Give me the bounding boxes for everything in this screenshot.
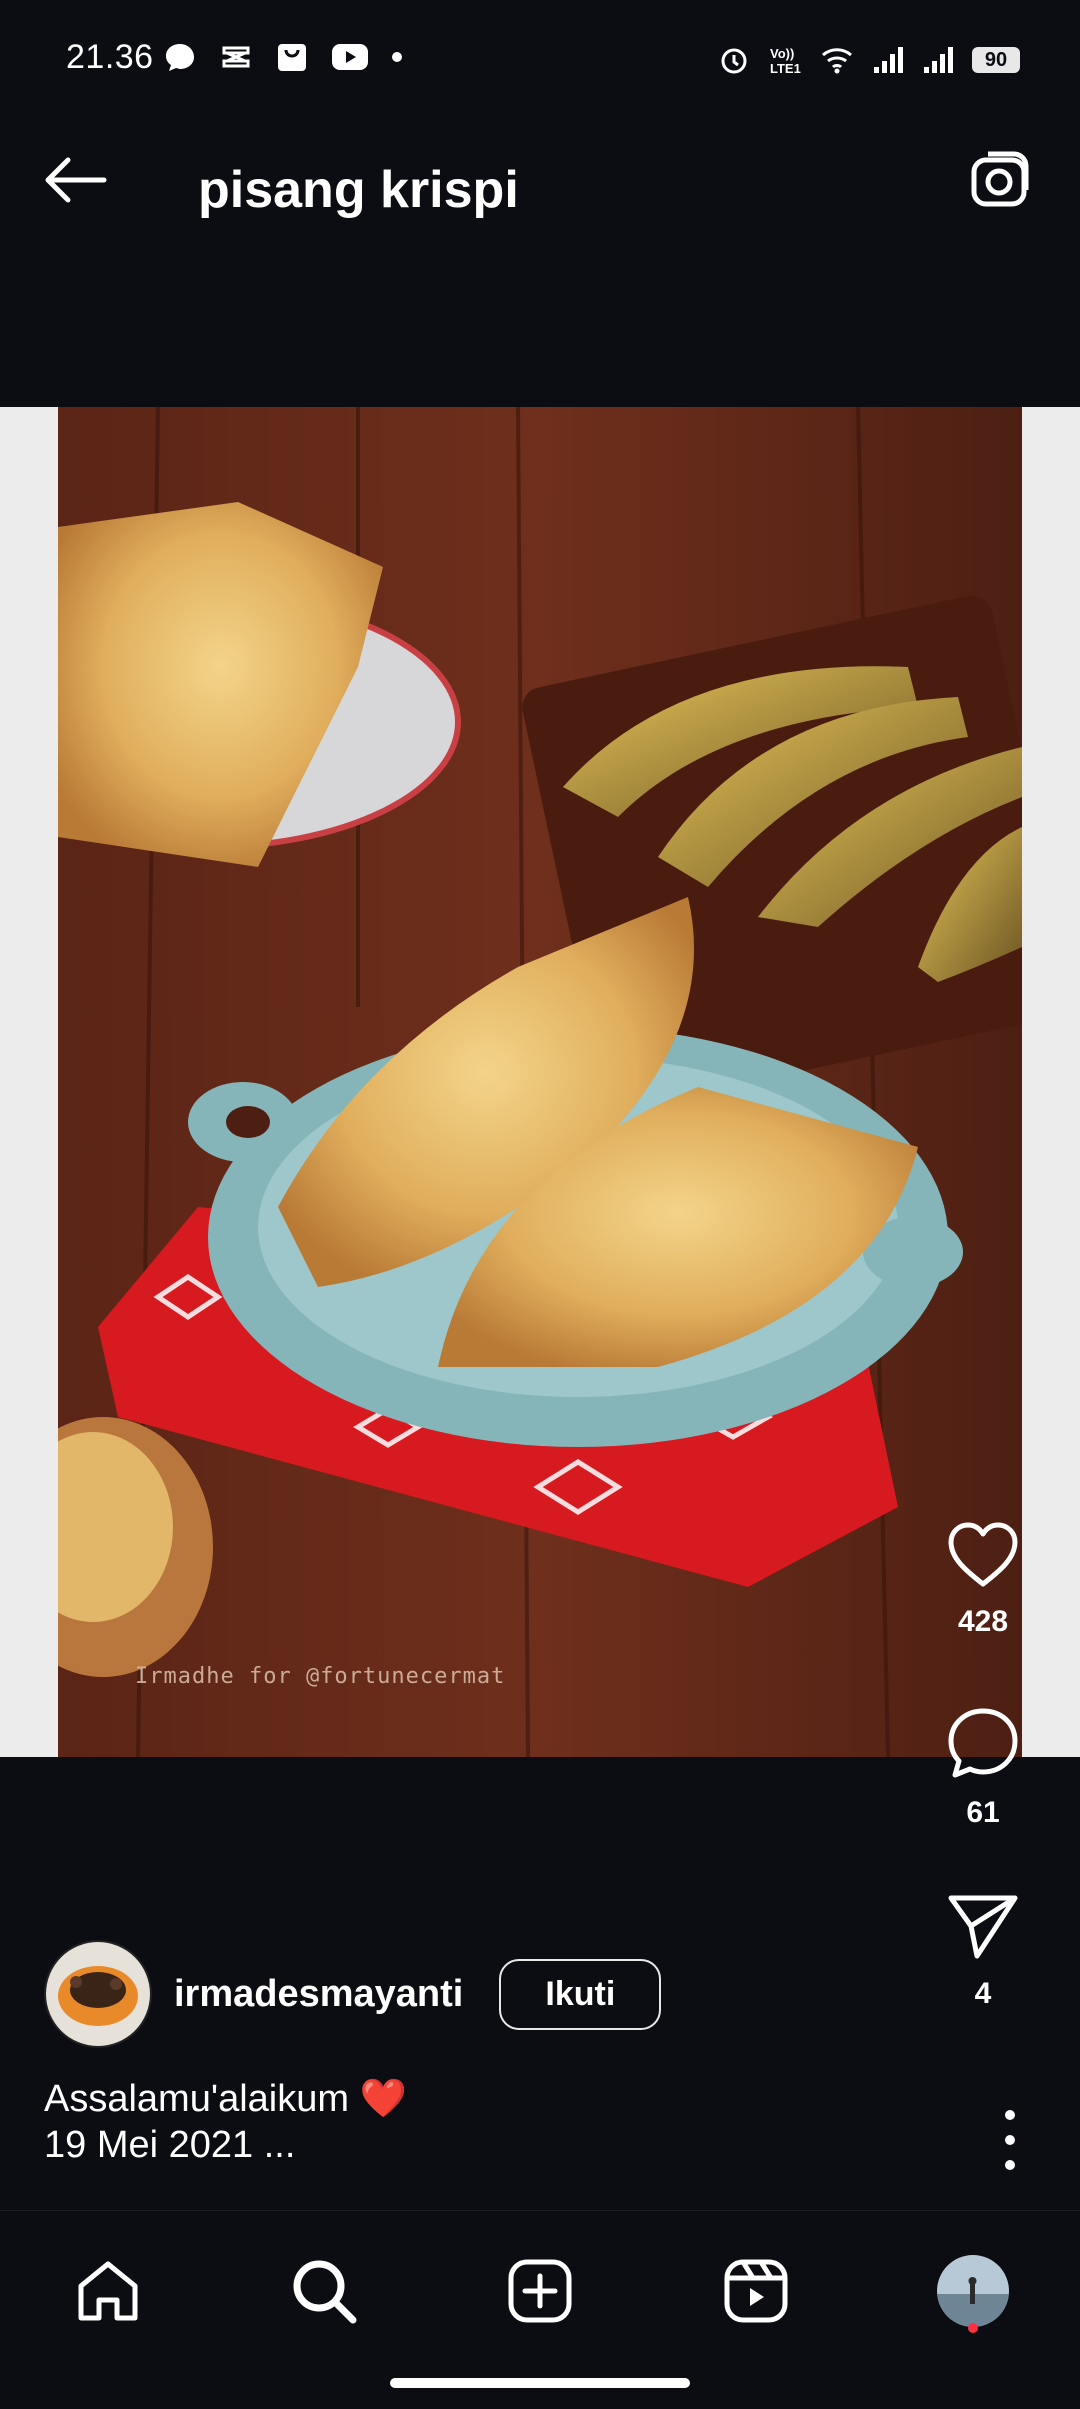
youtube-icon bbox=[332, 44, 368, 70]
signal-icon bbox=[874, 47, 903, 73]
add-icon bbox=[508, 2259, 572, 2323]
back-arrow-icon bbox=[45, 157, 107, 203]
comment-icon bbox=[948, 1708, 1018, 1778]
caption-line-2: 19 Mei 2021 ... bbox=[44, 2124, 296, 2166]
caption-line-1: Assalamu'alaikum ❤️ bbox=[44, 2078, 407, 2120]
capcut-icon bbox=[222, 46, 250, 68]
notification-icons bbox=[163, 40, 403, 74]
app-bar: pisang krispi bbox=[0, 120, 1080, 240]
dot-icon bbox=[392, 52, 402, 62]
back-button[interactable] bbox=[40, 150, 110, 210]
more-dot bbox=[1005, 2135, 1015, 2145]
profile-avatar bbox=[937, 2255, 1009, 2327]
nav-reels[interactable] bbox=[716, 2251, 796, 2331]
nav-search[interactable] bbox=[284, 2251, 364, 2331]
more-dot bbox=[1005, 2160, 1015, 2170]
alarm-icon bbox=[721, 48, 747, 74]
author-avatar[interactable] bbox=[44, 1940, 152, 2048]
chat-bubble-icon bbox=[166, 44, 194, 71]
comment-action[interactable]: 61 bbox=[898, 1705, 1068, 1830]
home-icon bbox=[78, 2261, 138, 2321]
avatar-image bbox=[46, 1942, 150, 2046]
search-icon bbox=[293, 2260, 357, 2324]
reels-icon bbox=[724, 2259, 788, 2323]
comment-count: 61 bbox=[966, 1796, 1000, 1829]
send-icon bbox=[948, 1895, 1018, 1959]
post-caption[interactable]: Assalamu'alaikum ❤️ 19 Mei 2021 ... bbox=[44, 2076, 407, 2168]
author-username[interactable]: irmadesmayanti bbox=[174, 1973, 463, 2016]
signal-icon bbox=[924, 47, 953, 73]
more-options-button[interactable] bbox=[998, 2110, 1022, 2170]
status-time: 21.36 bbox=[66, 38, 154, 76]
post-author: irmadesmayanti Ikuti bbox=[44, 1940, 662, 2048]
battery-indicator: 90 bbox=[972, 47, 1020, 73]
gesture-bar[interactable] bbox=[390, 2378, 690, 2388]
page-title: pisang krispi bbox=[198, 161, 519, 219]
wifi-icon bbox=[822, 48, 852, 74]
fried-banana-photo bbox=[58, 407, 1022, 1757]
camera-button[interactable] bbox=[962, 142, 1038, 218]
share-action[interactable]: 4 bbox=[898, 1892, 1068, 2011]
like-action[interactable]: 428 bbox=[898, 1520, 1068, 1639]
nav-create[interactable] bbox=[500, 2251, 580, 2331]
photo-watermark: Irmadhe for @fortunecermat bbox=[135, 1664, 506, 1689]
shopping-bag-icon bbox=[278, 44, 306, 71]
camera-icon bbox=[971, 151, 1029, 207]
more-dot bbox=[1005, 2110, 1015, 2120]
nav-profile[interactable] bbox=[933, 2251, 1013, 2331]
status-bar: 21.36 Vo)) LTE1 90 bbox=[0, 0, 1080, 120]
share-count: 4 bbox=[974, 1977, 992, 2010]
notification-dot bbox=[968, 2323, 978, 2333]
nav-home[interactable] bbox=[68, 2251, 148, 2331]
svg-text:LTE1: LTE1 bbox=[770, 61, 801, 76]
heart-icon bbox=[948, 1522, 1018, 1587]
svg-text:Vo)): Vo)) bbox=[770, 46, 794, 61]
volte-icon: Vo))LTE1 bbox=[770, 46, 801, 76]
system-icons: Vo)) LTE1 90 bbox=[718, 44, 1020, 76]
like-count: 428 bbox=[957, 1605, 1009, 1638]
follow-button[interactable]: Ikuti bbox=[499, 1958, 662, 2030]
post-photo bbox=[58, 407, 1022, 1757]
